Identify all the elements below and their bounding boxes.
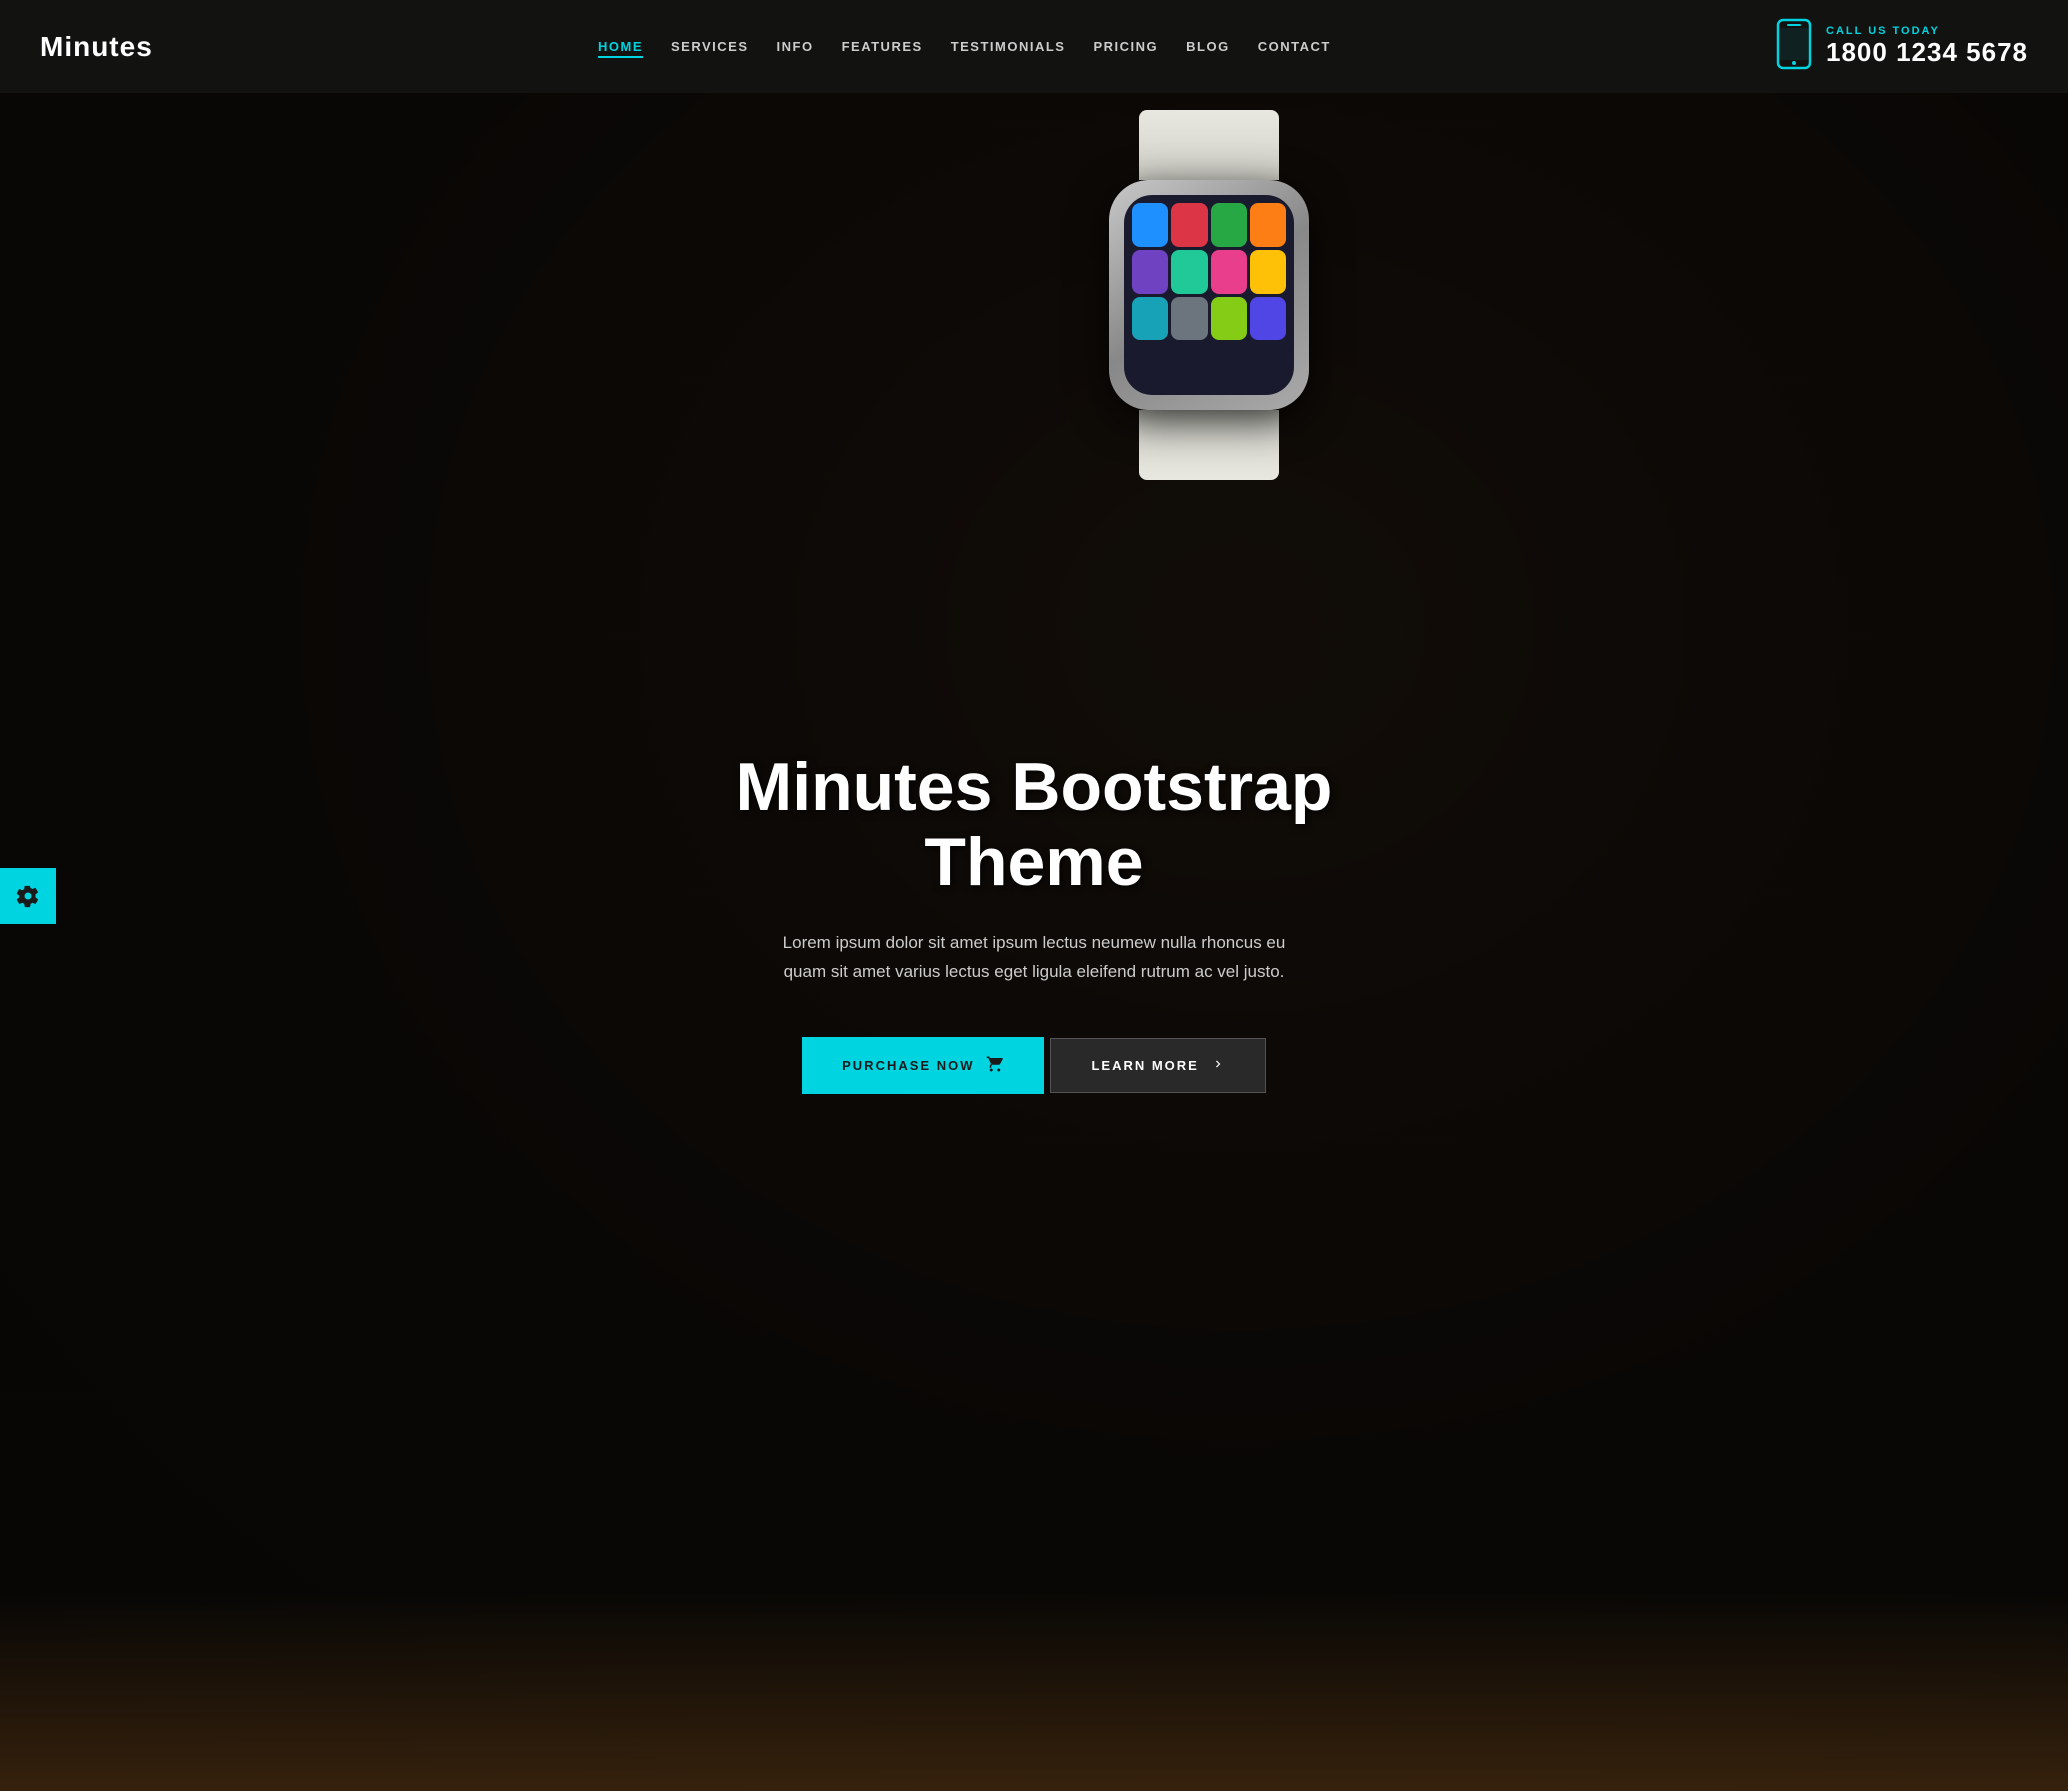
nav-link-info[interactable]: INFO [777, 39, 814, 54]
purchase-now-button[interactable]: PURCHASE NOW [802, 1037, 1044, 1094]
phone-icon [1776, 18, 1812, 75]
nav-link-pricing[interactable]: PRICING [1093, 39, 1158, 54]
gear-icon [16, 884, 40, 908]
cart-icon [986, 1055, 1004, 1076]
nav-item-contact[interactable]: CONTACT [1258, 38, 1331, 56]
nav-link-testimonials[interactable]: TESTIMONIALS [951, 39, 1066, 54]
nav-item-blog[interactable]: BLOG [1186, 38, 1230, 56]
nav-link-contact[interactable]: CONTACT [1258, 39, 1331, 54]
hero-section: Minutes HOME SERVICES INFO FEATURES TEST… [0, 0, 2068, 1791]
nav-item-home[interactable]: HOME [598, 38, 643, 56]
nav-item-pricing[interactable]: PRICING [1093, 38, 1158, 56]
contact-details: CALL US TODAY 1800 1234 5678 [1826, 25, 2028, 68]
contact-info-block: CALL US TODAY 1800 1234 5678 [1776, 18, 2028, 75]
learn-more-button[interactable]: LEARN MORE [1050, 1038, 1265, 1093]
settings-button[interactable] [0, 868, 56, 924]
nav-link-home[interactable]: HOME [598, 39, 643, 58]
brand-logo[interactable]: Minutes [40, 31, 153, 63]
nav-link-services[interactable]: SERVICES [671, 39, 749, 54]
hero-description: Lorem ipsum dolor sit amet ipsum lectus … [774, 929, 1294, 987]
hero-buttons: PURCHASE NOW LEARN MORE [802, 1037, 1266, 1094]
nav-link-features[interactable]: FEATURES [842, 39, 923, 54]
hero-title: Minutes Bootstrap Theme [634, 750, 1434, 900]
hero-content: Minutes Bootstrap Theme Lorem ipsum dolo… [0, 53, 2068, 1791]
nav-item-services[interactable]: SERVICES [671, 38, 749, 56]
nav-item-info[interactable]: INFO [777, 38, 814, 56]
nav-links: HOME SERVICES INFO FEATURES TESTIMONIALS… [598, 38, 1331, 56]
phone-number[interactable]: 1800 1234 5678 [1826, 37, 2028, 68]
navbar: Minutes HOME SERVICES INFO FEATURES TEST… [0, 0, 2068, 93]
learn-more-label: LEARN MORE [1091, 1058, 1198, 1073]
nav-item-testimonials[interactable]: TESTIMONIALS [951, 38, 1066, 56]
nav-item-features[interactable]: FEATURES [842, 38, 923, 56]
nav-link-blog[interactable]: BLOG [1186, 39, 1230, 54]
purchase-label: PURCHASE NOW [842, 1058, 974, 1073]
call-us-label: CALL US TODAY [1826, 25, 2028, 37]
chevron-right-icon [1211, 1057, 1225, 1074]
